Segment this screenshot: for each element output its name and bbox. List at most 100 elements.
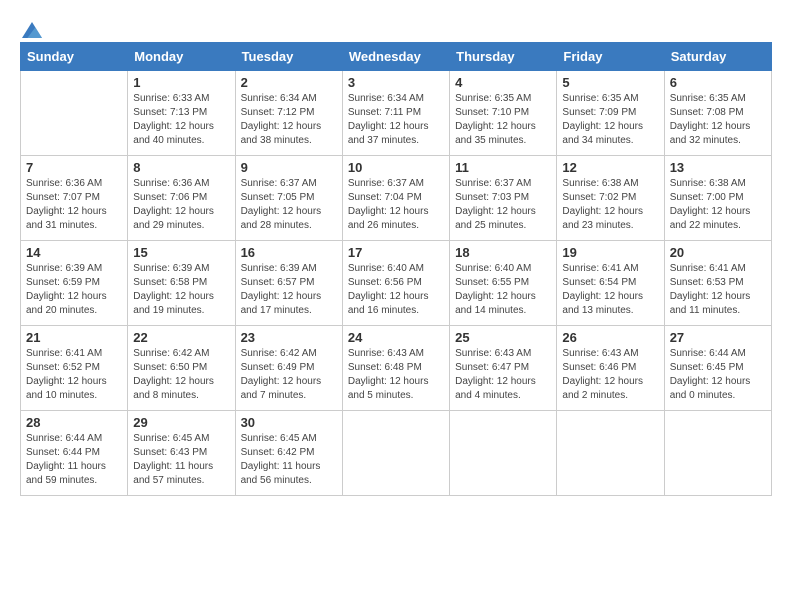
day-info: Sunrise: 6:45 AM Sunset: 6:42 PM Dayligh… (241, 432, 337, 488)
calendar-day-header: Wednesday (342, 43, 449, 71)
day-number: 23 (241, 330, 337, 345)
calendar-cell: 22 Sunrise: 6:42 AM Sunset: 6:50 PM Dayli… (128, 326, 235, 411)
calendar-cell: 30 Sunrise: 6:45 AM Sunset: 6:42 PM Dayli… (235, 411, 342, 496)
day-info: Sunrise: 6:42 AM Sunset: 6:49 PM Dayligh… (241, 347, 337, 403)
calendar-cell (664, 411, 771, 496)
calendar-cell: 21Sunrise: 6:41 AM Sunset: 6:52 PM Dayli… (21, 326, 128, 411)
day-number: 18 (455, 245, 551, 260)
day-number: 22 (133, 330, 229, 345)
calendar-cell: 10 Sunrise: 6:37 AM Sunset: 7:04 PM Dayli… (342, 156, 449, 241)
day-info: Sunrise: 6:43 AM Sunset: 6:47 PM Dayligh… (455, 347, 551, 403)
day-number: 1 (133, 75, 229, 90)
day-number: 30 (241, 415, 337, 430)
day-number: 27 (670, 330, 766, 345)
day-number: 5 (562, 75, 658, 90)
day-info: Sunrise: 6:39 AM Sunset: 6:57 PM Dayligh… (241, 262, 337, 318)
day-number: 7 (26, 160, 122, 175)
calendar-cell (21, 71, 128, 156)
calendar-cell: 28 Sunrise: 6:44 AM Sunset: 6:44 PM Dayli… (21, 411, 128, 496)
day-info: Sunrise: 6:35 AM Sunset: 7:09 PM Dayligh… (562, 92, 658, 148)
day-info: Sunrise: 6:41 AM Sunset: 6:53 PM Dayligh… (670, 262, 766, 318)
day-number: 29 (133, 415, 229, 430)
calendar-day-header: Tuesday (235, 43, 342, 71)
calendar-cell: 3 Sunrise: 6:34 AM Sunset: 7:11 PM Daylig… (342, 71, 449, 156)
calendar-cell: 4 Sunrise: 6:35 AM Sunset: 7:10 PM Daylig… (450, 71, 557, 156)
calendar-cell: 24Sunrise: 6:43 AM Sunset: 6:48 PM Dayli… (342, 326, 449, 411)
day-number: 10 (348, 160, 444, 175)
calendar-cell (342, 411, 449, 496)
day-info: Sunrise: 6:34 AM Sunset: 7:12 PM Dayligh… (241, 92, 337, 148)
calendar: SundayMondayTuesdayWednesdayThursdayFrid… (20, 42, 772, 496)
calendar-cell: 16 Sunrise: 6:39 AM Sunset: 6:57 PM Dayli… (235, 241, 342, 326)
calendar-cell (557, 411, 664, 496)
calendar-cell: 29 Sunrise: 6:45 AM Sunset: 6:43 PM Dayli… (128, 411, 235, 496)
day-info: Sunrise: 6:43 AM Sunset: 6:46 PM Dayligh… (562, 347, 658, 403)
day-number: 4 (455, 75, 551, 90)
calendar-cell: 1 Sunrise: 6:33 AM Sunset: 7:13 PM Daylig… (128, 71, 235, 156)
day-info: Sunrise: 6:41 AM Sunset: 6:54 PM Dayligh… (562, 262, 658, 318)
day-info: Sunrise: 6:35 AM Sunset: 7:10 PM Dayligh… (455, 92, 551, 148)
day-info: Sunrise: 6:40 AM Sunset: 6:56 PM Dayligh… (348, 262, 444, 318)
day-number: 8 (133, 160, 229, 175)
day-number: 2 (241, 75, 337, 90)
day-info: Sunrise: 6:37 AM Sunset: 7:04 PM Dayligh… (348, 177, 444, 233)
day-number: 16 (241, 245, 337, 260)
day-info: Sunrise: 6:38 AM Sunset: 7:02 PM Dayligh… (562, 177, 658, 233)
day-number: 28 (26, 415, 122, 430)
day-info: Sunrise: 6:37 AM Sunset: 7:05 PM Dayligh… (241, 177, 337, 233)
calendar-day-header: Saturday (664, 43, 771, 71)
day-info: Sunrise: 6:40 AM Sunset: 6:55 PM Dayligh… (455, 262, 551, 318)
calendar-day-header: Thursday (450, 43, 557, 71)
calendar-cell: 11 Sunrise: 6:37 AM Sunset: 7:03 PM Dayli… (450, 156, 557, 241)
calendar-cell: 20 Sunrise: 6:41 AM Sunset: 6:53 PM Dayli… (664, 241, 771, 326)
logo (20, 20, 42, 32)
calendar-day-header: Monday (128, 43, 235, 71)
calendar-week-row: 21Sunrise: 6:41 AM Sunset: 6:52 PM Dayli… (21, 326, 772, 411)
day-info: Sunrise: 6:34 AM Sunset: 7:11 PM Dayligh… (348, 92, 444, 148)
calendar-cell: 2 Sunrise: 6:34 AM Sunset: 7:12 PM Daylig… (235, 71, 342, 156)
calendar-cell: 25 Sunrise: 6:43 AM Sunset: 6:47 PM Dayli… (450, 326, 557, 411)
day-number: 11 (455, 160, 551, 175)
calendar-header-row: SundayMondayTuesdayWednesdayThursdayFrid… (21, 43, 772, 71)
calendar-cell: 26 Sunrise: 6:43 AM Sunset: 6:46 PM Dayli… (557, 326, 664, 411)
day-info: Sunrise: 6:33 AM Sunset: 7:13 PM Dayligh… (133, 92, 229, 148)
calendar-week-row: 14 Sunrise: 6:39 AM Sunset: 6:59 PM Dayli… (21, 241, 772, 326)
day-number: 6 (670, 75, 766, 90)
day-info: Sunrise: 6:36 AM Sunset: 7:07 PM Dayligh… (26, 177, 122, 233)
day-info: Sunrise: 6:44 AM Sunset: 6:45 PM Dayligh… (670, 347, 766, 403)
day-number: 14 (26, 245, 122, 260)
calendar-cell: 27 Sunrise: 6:44 AM Sunset: 6:45 PM Dayli… (664, 326, 771, 411)
page-header (20, 20, 772, 32)
calendar-day-header: Sunday (21, 43, 128, 71)
day-info: Sunrise: 6:39 AM Sunset: 6:58 PM Dayligh… (133, 262, 229, 318)
day-number: 3 (348, 75, 444, 90)
calendar-week-row: 1 Sunrise: 6:33 AM Sunset: 7:13 PM Daylig… (21, 71, 772, 156)
day-number: 19 (562, 245, 658, 260)
day-info: Sunrise: 6:36 AM Sunset: 7:06 PM Dayligh… (133, 177, 229, 233)
day-number: 20 (670, 245, 766, 260)
day-number: 25 (455, 330, 551, 345)
day-info: Sunrise: 6:44 AM Sunset: 6:44 PM Dayligh… (26, 432, 122, 488)
day-info: Sunrise: 6:37 AM Sunset: 7:03 PM Dayligh… (455, 177, 551, 233)
day-info: Sunrise: 6:41 AM Sunset: 6:52 PM Dayligh… (26, 347, 122, 403)
calendar-cell: 14 Sunrise: 6:39 AM Sunset: 6:59 PM Dayli… (21, 241, 128, 326)
calendar-cell (450, 411, 557, 496)
calendar-cell: 12 Sunrise: 6:38 AM Sunset: 7:02 PM Dayli… (557, 156, 664, 241)
day-number: 12 (562, 160, 658, 175)
day-info: Sunrise: 6:39 AM Sunset: 6:59 PM Dayligh… (26, 262, 122, 318)
day-number: 17 (348, 245, 444, 260)
calendar-week-row: 7 Sunrise: 6:36 AM Sunset: 7:07 PM Daylig… (21, 156, 772, 241)
calendar-cell: 5 Sunrise: 6:35 AM Sunset: 7:09 PM Daylig… (557, 71, 664, 156)
day-number: 15 (133, 245, 229, 260)
calendar-cell: 9 Sunrise: 6:37 AM Sunset: 7:05 PM Daylig… (235, 156, 342, 241)
day-number: 26 (562, 330, 658, 345)
calendar-week-row: 28 Sunrise: 6:44 AM Sunset: 6:44 PM Dayli… (21, 411, 772, 496)
calendar-cell: 6Sunrise: 6:35 AM Sunset: 7:08 PM Daylig… (664, 71, 771, 156)
day-info: Sunrise: 6:42 AM Sunset: 6:50 PM Dayligh… (133, 347, 229, 403)
calendar-day-header: Friday (557, 43, 664, 71)
day-info: Sunrise: 6:38 AM Sunset: 7:00 PM Dayligh… (670, 177, 766, 233)
day-number: 9 (241, 160, 337, 175)
logo-icon (22, 20, 42, 40)
day-info: Sunrise: 6:45 AM Sunset: 6:43 PM Dayligh… (133, 432, 229, 488)
calendar-cell: 8 Sunrise: 6:36 AM Sunset: 7:06 PM Daylig… (128, 156, 235, 241)
